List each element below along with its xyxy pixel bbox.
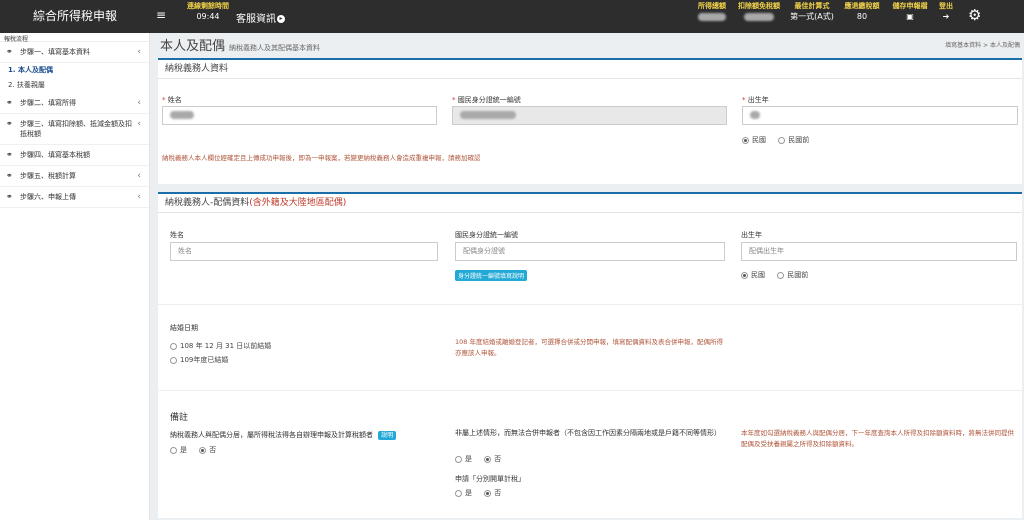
blurred-value: [460, 111, 516, 119]
app-title: 綜合所得稅申報: [32, 9, 117, 23]
radio-roc[interactable]: [742, 136, 749, 144]
taxpayer-panel: 納稅義務人資料 * 姓名 * 國民身分證統一編號 * 出生年 民國 民國前 納稅…: [158, 58, 1022, 184]
marriage-option-2[interactable]: 109年度已結婚: [170, 355, 238, 365]
blurred-value: [698, 12, 726, 21]
stat-deductions: 扣除額免稅額: [734, 2, 784, 23]
blurred-value: [744, 12, 774, 21]
save-declaration-button[interactable]: 儲存申報檔 ▣: [888, 2, 932, 23]
separation-note: 本年度如勾選納稅義務人與配偶分居，下一年度查詢本人所得及扣除額資料時，將無法併同…: [741, 429, 1014, 448]
link-icon: ⚭: [6, 192, 13, 201]
taxpayer-era-radio-group: 民國 民國前: [742, 135, 819, 145]
spouse-birth-label: 出生年: [741, 231, 762, 239]
chevron-left-icon: ‹: [137, 98, 141, 108]
sidebar-subitem-dependents[interactable]: 2. 扶養親屬: [0, 78, 149, 93]
top-bar: 綜合所得稅申報 ≡ 連線剩餘時間 09:44 客服資訊 ▸ 所得總額 扣除額免稅額…: [0, 0, 1024, 33]
sidebar-step-6[interactable]: ⚭ 步驟六、申報上傳 ‹: [0, 187, 149, 208]
menu-toggle-icon[interactable]: ≡: [156, 8, 166, 22]
chevron-down-icon: ‹: [137, 47, 141, 57]
remarks-label: 備註: [170, 413, 189, 423]
radio-pre-roc[interactable]: [778, 136, 786, 144]
radio-no[interactable]: [484, 455, 492, 463]
stat-best-formula: 最佳計算式 第一式(A式): [790, 2, 834, 21]
save-icon: ▣: [906, 12, 914, 21]
spouse-name-input[interactable]: 姓名: [170, 242, 438, 261]
taxpayer-id-label: * 國民身分證統一編號: [452, 96, 521, 104]
separation-question: 納稅義務人與配偶分居，屬所得稅法得各自辦理申報及計算稅額者 說明: [170, 430, 397, 440]
taxpayer-name-field[interactable]: [162, 106, 437, 125]
spouse-name-label: 姓名: [170, 231, 184, 239]
blurred-value: [750, 111, 760, 119]
id-help-button[interactable]: 身分證統一編號填寫說明: [455, 270, 528, 281]
radio-button[interactable]: [170, 356, 177, 364]
gear-icon[interactable]: ⚙: [968, 6, 981, 24]
link-icon: ⚭: [6, 150, 13, 159]
radio-pre-roc[interactable]: [777, 271, 785, 279]
blurred-value: [170, 111, 194, 119]
spouse-id-input[interactable]: 配偶身分證號: [455, 242, 725, 261]
spouse-id-label: 國民身分證統一編號: [455, 231, 518, 239]
radio-no[interactable]: [199, 446, 207, 454]
sidebar-step-1[interactable]: ⚭ 步驟一、填寫基本資料 ‹: [0, 42, 149, 63]
sidebar: 報稅流程 ⚭ 步驟一、填寫基本資料 ‹ 1. 本人及配偶 2. 扶養親屬 ⚭ 步…: [0, 33, 150, 520]
divider: [158, 390, 1022, 391]
spouse-panel: 納稅義務人-配偶資料(含外籍及大陸地區配偶) 姓名 姓名 國民身分證統一編號 配…: [158, 192, 1022, 518]
separate-billing-radio-group: 是 否: [455, 488, 511, 498]
sidebar-step-5[interactable]: ⚭ 步驟五、稅額計算 ‹: [0, 166, 149, 187]
separate-billing-question: 申請「分別開單計稅」: [455, 475, 525, 483]
sidebar-title: 報稅流程: [0, 33, 149, 43]
taxpayer-name-label: * 姓名: [162, 96, 182, 104]
separation-radio-group: 是 否: [170, 445, 226, 455]
breadcrumb: 填寫基本資料 > 本人及配偶: [945, 42, 1020, 49]
spouse-era-radio-group: 民國 民國前: [741, 270, 818, 280]
taxpayer-heading: 納稅義務人資料: [158, 60, 1022, 79]
stat-tax-refund: 應退繳稅額 80: [844, 2, 880, 21]
radio-yes[interactable]: [170, 446, 177, 454]
arrow-circle-icon: ▸: [277, 15, 285, 23]
marriage-option-1[interactable]: 108 年 12 月 31 日以前結婚: [170, 341, 281, 351]
sidebar-step-3[interactable]: ⚭ 步驟三、填寫扣除額、抵減金額及扣抵稅額 ‹: [0, 114, 149, 145]
sidebar-subitem-self-spouse[interactable]: 1. 本人及配偶: [0, 63, 149, 78]
radio-yes[interactable]: [455, 489, 462, 497]
spouse-birth-input[interactable]: 配偶出生年: [741, 242, 1017, 261]
taxpayer-id-field: [452, 106, 727, 125]
chevron-left-icon: ‹: [137, 119, 141, 129]
radio-yes[interactable]: [455, 455, 462, 463]
chevron-left-icon: ‹: [137, 171, 141, 181]
combined-filing-question: 非屬上述情形，而無法合併申報者（不包含因工作因素分隔兩地或是戶籍不同等情形）: [455, 429, 721, 437]
page-subtitle: 納稅義務人及其配偶基本資料: [229, 44, 321, 52]
stat-total-income: 所得總額: [690, 2, 734, 23]
radio-no[interactable]: [484, 489, 492, 497]
session-timer: 連線剩餘時間 09:44: [187, 2, 229, 21]
combined-filing-radio-group: 是 否: [455, 454, 511, 464]
sidebar-step-4[interactable]: ⚭ 步驟四、填寫基本稅額: [0, 145, 149, 166]
logout-icon: ➔: [942, 12, 950, 21]
customer-service-link[interactable]: 客服資訊 ▸: [236, 10, 285, 25]
separation-help-button[interactable]: 說明: [378, 431, 397, 440]
chevron-left-icon: ‹: [137, 192, 141, 202]
breadcrumb-item[interactable]: 填寫基本資料: [945, 42, 981, 49]
spouse-heading: 納稅義務人-配偶資料(含外籍及大陸地區配偶): [158, 194, 1022, 213]
radio-button[interactable]: [170, 342, 177, 350]
sidebar-step-2[interactable]: ⚭ 步驟二、填寫所得 ‹: [0, 93, 149, 114]
link-icon: ⚭: [6, 47, 13, 56]
link-icon: ⚭: [6, 98, 13, 107]
divider: [158, 304, 1022, 305]
radio-roc[interactable]: [741, 271, 748, 279]
taxpayer-birth-field[interactable]: [742, 106, 1018, 125]
page-title: 本人及配偶 納稅義務人及其配偶基本資料: [160, 39, 321, 54]
marriage-note: 108 年度結婚或離婚登記者，可選擇合併或分開申報，填寫配偶資料及表合併申報，配…: [455, 338, 723, 357]
logout-button[interactable]: 登出 ➔: [934, 2, 958, 23]
link-icon: ⚭: [6, 119, 13, 128]
taxpayer-warning-note: 納稅義務人本人欄位經確定且上傳成功申報後，即為一申報案，若變更納稅義務人會造成重…: [162, 154, 481, 162]
marriage-date-label: 結婚日期: [170, 324, 198, 332]
link-icon: ⚭: [6, 171, 13, 180]
breadcrumb-item: 本人及配偶: [989, 42, 1020, 49]
taxpayer-birth-label: * 出生年: [742, 96, 769, 104]
